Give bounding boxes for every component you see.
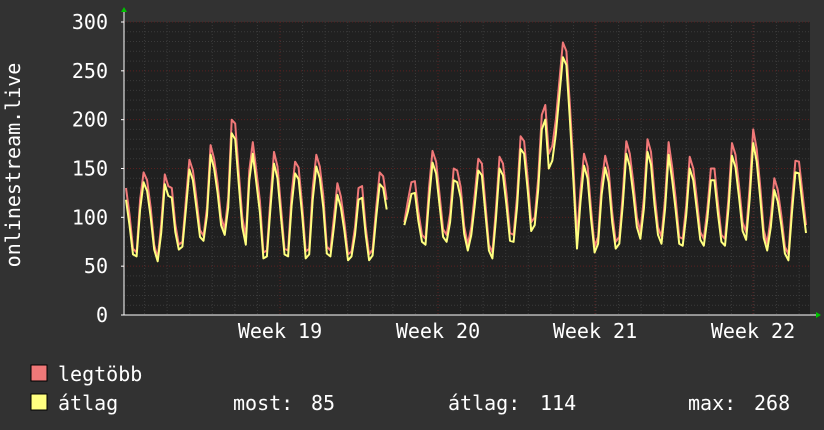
- chart-svg: 0 50 100 150 200 250 300 Week 19 Week 20 Week 21…: [1, 7, 821, 415]
- stat-max-value: 268: [754, 391, 790, 415]
- x-tick-labels: Week 19 Week 20 Week 21 Week 22: [238, 319, 795, 343]
- y-tick-label: 200: [72, 108, 108, 132]
- stat-max-label: max:: [688, 391, 736, 415]
- x-tick-label: Week 22: [711, 319, 795, 343]
- y-tick-label: 150: [72, 157, 108, 181]
- stat-most-value: 85: [311, 391, 335, 415]
- chart-root: 0 50 100 150 200 250 300 Week 19 Week 20 Week 21…: [0, 0, 824, 430]
- legend-label-avg: átlag: [58, 391, 118, 415]
- x-axis-arrow: [816, 312, 821, 318]
- x-tick-label: Week 21: [553, 319, 637, 343]
- y-tick-label: 100: [72, 205, 108, 229]
- stat-most-label: most:: [233, 391, 293, 415]
- stat-avg-value: 114: [540, 391, 576, 415]
- y-tick-labels: 0 50 100 150 200 250 300: [72, 10, 108, 327]
- legend-swatch-max: [30, 364, 48, 382]
- y-tick-label: 300: [72, 10, 108, 34]
- stat-avg-label: átlag:: [448, 391, 520, 415]
- y-axis-arrow: [121, 7, 127, 12]
- y-axis-label: onlinestream.live: [1, 63, 25, 268]
- legend-swatch-avg: [30, 393, 48, 411]
- y-tick-label: 0: [96, 303, 108, 327]
- legend-label-max: legtöbb: [58, 362, 142, 386]
- y-tick-label: 50: [84, 254, 108, 278]
- x-tick-label: Week 19: [238, 319, 322, 343]
- y-tick-label: 250: [72, 59, 108, 83]
- legend: legtöbb átlag most: 85 átlag: 114 max: 2…: [30, 362, 790, 415]
- x-tick-label: Week 20: [396, 319, 480, 343]
